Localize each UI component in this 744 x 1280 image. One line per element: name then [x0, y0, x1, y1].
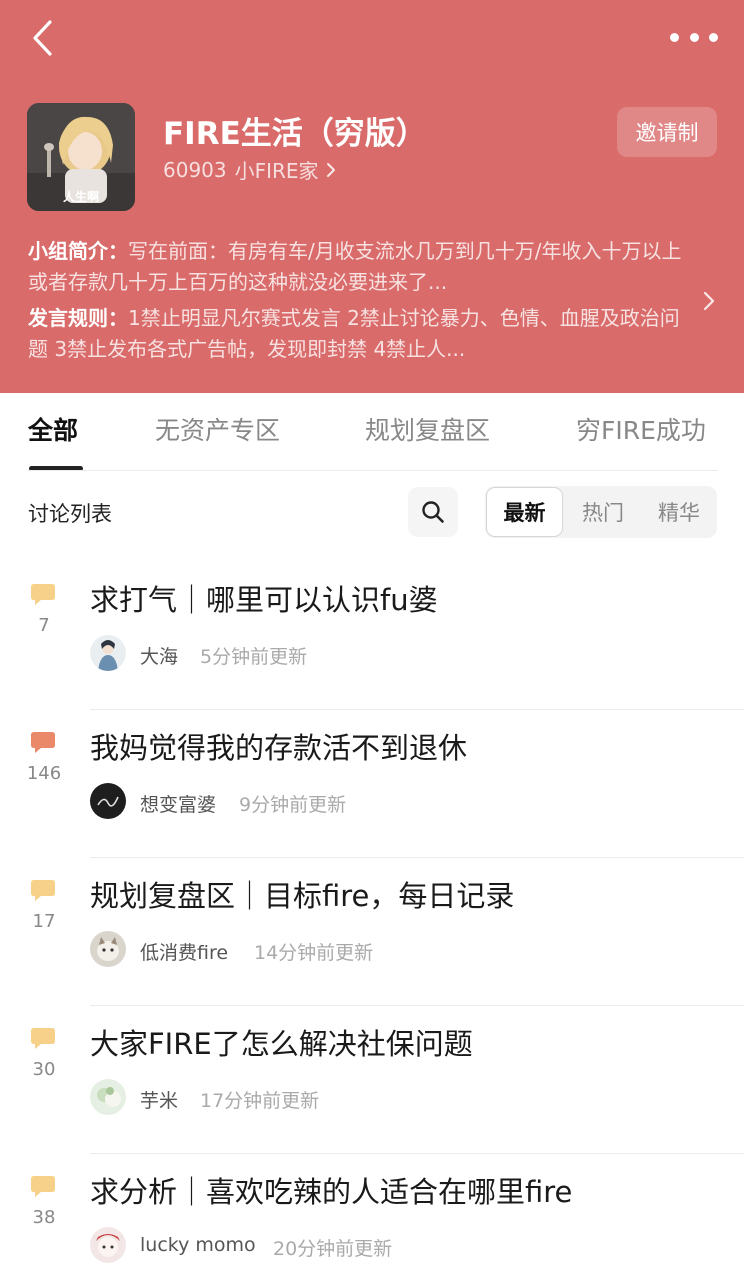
post-title[interactable]: 求打气｜哪里可以认识fu婆 [90, 577, 438, 619]
post-item[interactable]: 7 求打气｜哪里可以认识fu婆 大海 5分钟前更新 [0, 563, 744, 711]
chevron-left-icon [33, 20, 52, 56]
search-button[interactable] [408, 487, 458, 537]
reply-count: 146 [26, 763, 62, 784]
sort-featured[interactable]: 精华 [641, 486, 717, 538]
group-summary: 小组简介：写在前面：有房有车/月收支流水几万到几十万/年收入十万以上或者存款几十… [28, 236, 688, 298]
group-title: FIRE生活（穷版） [163, 116, 427, 152]
summary-label: 小组简介： [28, 239, 128, 263]
reply-count: 30 [32, 1059, 56, 1080]
update-time: 5分钟前更新 [200, 646, 308, 668]
row-divider [90, 857, 744, 858]
discussion-list-title: 讨论列表 [28, 502, 112, 526]
post-item[interactable]: 30 大家FIRE了怎么解决社保问题 芋米 17分钟前更新 [0, 1007, 744, 1155]
more-dots-icon [670, 32, 679, 42]
post-title[interactable]: 求分析｜喜欢吃辣的人适合在哪里fire [90, 1169, 572, 1211]
author-name[interactable]: 想变富婆 [140, 790, 216, 817]
sort-latest[interactable]: 最新 [486, 487, 563, 537]
sort-toggle: 最新 热门 精华 [485, 486, 717, 538]
member-count: 60903 [163, 157, 227, 182]
row-divider [90, 1005, 744, 1006]
posting-rules: 发言规则：1禁止明显凡尔赛式发言 2禁止讨论暴力、色情、血腥及政治问题 3禁止发… [28, 303, 688, 365]
group-header: 人生啊 FIRE生活（穷版） 60903 小FIRE家 邀请制 小组简介：写在前… [0, 0, 744, 393]
member-label: 小FIRE家 [234, 159, 319, 183]
group-intro[interactable]: 小组简介：写在前面：有房有车/月收支流水几万到几十万/年收入十万以上或者存款几十… [28, 236, 688, 365]
invite-button[interactable]: 邀请制 [617, 107, 717, 157]
more-button[interactable] [670, 26, 718, 48]
comment-bubble-icon [31, 880, 55, 901]
reply-count: 7 [38, 615, 50, 636]
post-item[interactable]: 146 我妈觉得我的存款活不到退休 想变富婆 9分钟前更新 [0, 711, 744, 859]
member-count-link[interactable]: 60903 小FIRE家 [163, 155, 337, 184]
group-avatar[interactable]: 人生啊 [27, 103, 135, 211]
author-name[interactable]: 芋米 [140, 1086, 178, 1113]
author-name[interactable]: lucky momo [140, 1234, 256, 1256]
comment-bubble-icon [31, 1176, 55, 1197]
post-title[interactable]: 大家FIRE了怎么解决社保问题 [90, 1021, 473, 1063]
update-time: 17分钟前更新 [200, 1090, 320, 1112]
user-avatar[interactable] [90, 1227, 126, 1263]
category-tabs: 全部 无资产专区 规划复盘区 穷FIRE成功 [0, 393, 744, 471]
tab-all[interactable]: 全部 [28, 411, 78, 447]
row-divider [90, 709, 744, 710]
tabs-divider [28, 470, 718, 471]
reply-count: 38 [32, 1207, 56, 1228]
user-avatar[interactable] [90, 1079, 126, 1115]
post-item[interactable]: 38 求分析｜喜欢吃辣的人适合在哪里fire lucky momo 20分钟前更… [0, 1155, 744, 1280]
rules-label: 发言规则： [28, 306, 128, 330]
author-name[interactable]: 大海 [140, 642, 178, 669]
comment-bubble-icon [31, 732, 55, 753]
user-avatar[interactable] [90, 635, 126, 671]
update-time: 9分钟前更新 [239, 794, 347, 816]
back-button[interactable] [22, 16, 62, 60]
more-dot [709, 32, 718, 42]
avatar-caption: 人生啊 [62, 190, 99, 204]
post-item[interactable]: 17 规划复盘区｜目标fire，每日记录 低消费fire 14分钟前更新 [0, 859, 744, 1007]
search-icon [422, 501, 444, 523]
comment-bubble-icon [31, 584, 55, 605]
update-time: 14分钟前更新 [254, 942, 374, 964]
tab-planning-review[interactable]: 规划复盘区 [365, 411, 490, 447]
reply-count: 17 [32, 911, 56, 932]
more-dot [689, 32, 699, 42]
user-avatar[interactable] [90, 783, 126, 819]
row-divider [90, 1153, 744, 1154]
comment-bubble-icon [31, 1028, 55, 1049]
sort-hot[interactable]: 热门 [565, 486, 641, 538]
post-title[interactable]: 我妈觉得我的存款活不到退休 [90, 725, 467, 767]
tab-poor-fire-success[interactable]: 穷FIRE成功 [576, 411, 706, 447]
user-avatar[interactable] [90, 931, 126, 967]
chevron-right-icon[interactable] [702, 290, 716, 312]
post-title[interactable]: 规划复盘区｜目标fire，每日记录 [90, 873, 514, 915]
chevron-right-icon [326, 162, 335, 177]
tab-no-assets[interactable]: 无资产专区 [155, 411, 280, 447]
author-name[interactable]: 低消费fire [140, 938, 228, 965]
update-time: 20分钟前更新 [273, 1238, 393, 1260]
